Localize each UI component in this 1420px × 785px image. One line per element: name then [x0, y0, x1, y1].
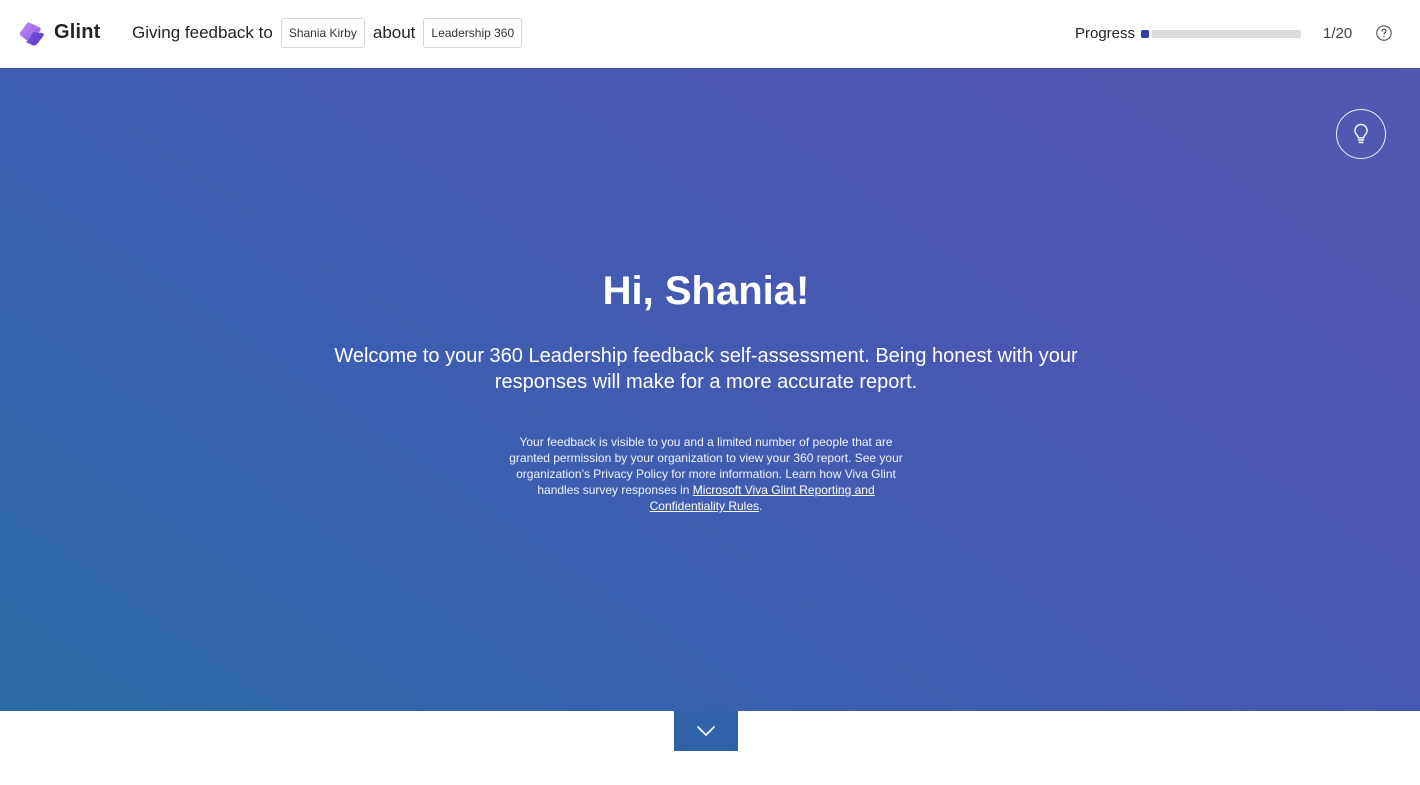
top-bar: Glint Giving feedback to Shania Kirby ab… — [0, 0, 1420, 69]
greeting-heading: Hi, Shania! — [602, 269, 810, 313]
privacy-notice: Your feedback is visible to you and a li… — [500, 434, 912, 514]
feedback-context: Giving feedback to Shania Kirby about Le… — [132, 18, 523, 48]
scroll-down-button[interactable] — [674, 711, 738, 751]
brand-name: Glint — [54, 21, 101, 43]
context-middle: about — [372, 23, 416, 42]
question-circle-icon[interactable] — [1376, 25, 1392, 41]
welcome-hero: Hi, Shania! Welcome to your 360 Leadersh… — [0, 69, 1420, 711]
progress-label: Progress — [1075, 25, 1136, 42]
privacy-end: . — [759, 499, 763, 513]
context-prefix: Giving feedback to — [132, 23, 273, 42]
tips-button[interactable] — [1336, 109, 1386, 159]
chevron-down-icon — [697, 726, 715, 736]
progress-separator — [1149, 30, 1152, 38]
glint-logo-icon — [19, 22, 44, 46]
progress-bar — [1141, 30, 1301, 38]
progress-count: 1/20 — [1323, 25, 1353, 42]
subject-name-chip: Shania Kirby — [280, 18, 365, 48]
survey-name-chip: Leadership 360 — [423, 18, 523, 48]
progress-fill — [1141, 30, 1149, 38]
lightbulb-icon — [1354, 123, 1368, 144]
welcome-message: Welcome to your 360 Leadership feedback … — [334, 345, 1078, 393]
